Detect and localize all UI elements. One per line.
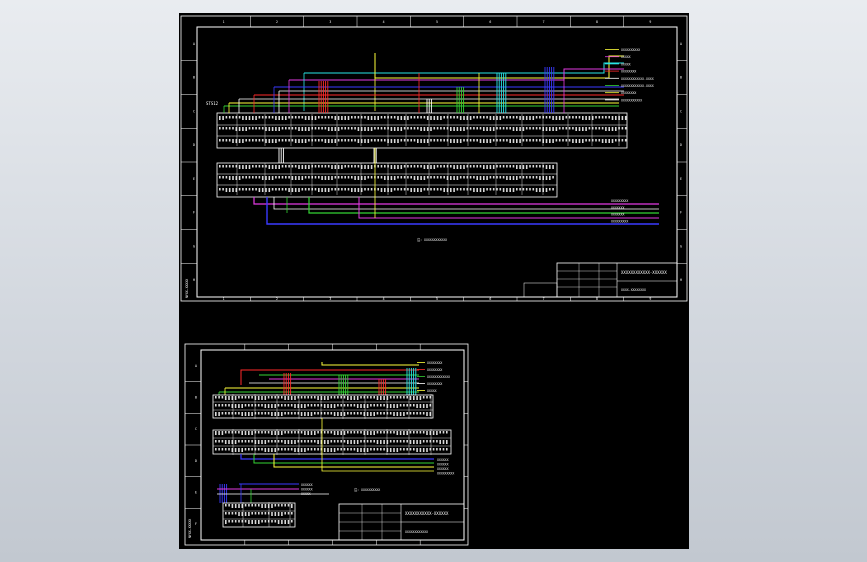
sheet-2-bottom-wire-labels: XXXXXXXXXXXXXXXXXXXXXXXXXXX [437, 458, 454, 476]
sheet-1-wires-bottom [253, 148, 659, 225]
column-number-bottom: 6 [489, 297, 491, 301]
sheet-1-outer-border [180, 15, 688, 302]
right-wire-label: XXXXXXXX [621, 70, 636, 74]
bottom-wire-label: XXXXXXXXX [611, 219, 628, 223]
right-wire-label: XXXXXXXXXXXX-XXXX [621, 84, 654, 88]
sheet-2-note: 注: XXXXXXXXXX [354, 487, 380, 492]
right-wire-label: XXXXXXXXXXXX-XXXX [621, 77, 654, 81]
sheet-2-connector-table-1 [212, 394, 434, 419]
row-letter-right: G [680, 244, 682, 248]
lower-wire-label: XXXXXX [301, 488, 313, 492]
sheet-2-title-block: XXXXXXXXXXX-XXXXXX XXXXXXXXXXXX [338, 503, 465, 541]
row-letter: F [195, 522, 197, 526]
row-letter-right: H [680, 278, 682, 282]
bottom-wire-label: XXXXXXX [611, 206, 625, 210]
sheet-1-title: XXXXXXXXXXXX-XXXXXX [621, 270, 667, 275]
column-number: 9 [649, 20, 651, 24]
column-number: 2 [276, 20, 278, 24]
right-wire-label: XXXXXXXX [427, 382, 442, 386]
sheet-1-column-ticks: 1 1 2 2 3 3 4 4 5 5 6 6 7 7 8 8 9 9 [223, 16, 651, 301]
row-letter-right: B [680, 76, 682, 80]
row-letter-right: C [680, 109, 682, 113]
bottom-wire-label: XXXXXXXXX [611, 199, 628, 203]
sheet-2-wires-top [218, 362, 419, 395]
right-wire-label: XXXXXXXX [427, 368, 442, 372]
column-number: 1 [223, 20, 225, 24]
wire-cyan-1 [304, 62, 624, 74]
sheet-2-right-wire-labels: XXXXXXXXXXXXXXXXXXXXXXXXXXXXXXXXXXXXXXXX… [417, 361, 450, 393]
right-wire-label: XXXXXXXX [427, 361, 442, 365]
sheet-1-inner-border [196, 26, 678, 298]
sheet-2-left-vertical-label: NYXX-XXXXX [188, 519, 192, 538]
right-wire-label: XXXXXXXXXXX [621, 98, 642, 102]
column-number: 5 [436, 20, 438, 24]
lower-wire-label: XXXXX [301, 492, 311, 496]
column-number: 7 [543, 20, 545, 24]
row-letter: A [193, 42, 195, 46]
row-letter-right: A [680, 42, 682, 46]
sheet-2-wires-bottom [217, 418, 434, 503]
bottom-wire-label: XXXXXX [437, 458, 449, 462]
row-letter: C [193, 109, 195, 113]
column-number-bottom: 2 [276, 297, 278, 301]
drawing-canvas[interactable]: 1 1 2 2 3 3 4 4 5 5 6 6 7 7 8 8 9 9 A A B B C C D D E E F F G G H H NYXX… [179, 13, 689, 549]
right-wire-label: XXXXX [621, 55, 631, 59]
row-letter-right: D [680, 143, 682, 147]
sheet-2-connector-table-2 [212, 429, 452, 455]
column-number-bottom: 3 [329, 297, 331, 301]
bottom-wire-label: XXXXXXXXX [437, 472, 454, 476]
right-wire-label: XXXXXXXX [621, 91, 636, 95]
sheet-1-connector-table-1 [216, 112, 628, 149]
right-wire-label: XXXXX [621, 62, 631, 66]
sheet-1-subtitle: XXXX-XXXXXXXX [621, 288, 646, 292]
column-number-bottom: 4 [383, 297, 385, 301]
column-number: 4 [383, 20, 385, 24]
row-letter: D [195, 459, 197, 463]
column-number: 3 [329, 20, 331, 24]
row-letter: C [195, 427, 197, 431]
sheet-1-connector-table-2 [216, 162, 558, 198]
wiring-diagram-sheets: 1 1 2 2 3 3 4 4 5 5 6 6 7 7 8 8 9 9 A A B B C C D D E E F F G G H H NYXX… [180, 15, 688, 546]
row-letter: D [193, 143, 195, 147]
sheet-1-wires-top [223, 53, 624, 113]
row-letter: G [193, 244, 195, 248]
sheet-1-left-tag: STS12 [206, 101, 219, 106]
row-letter: B [193, 76, 195, 80]
row-letter: E [193, 177, 195, 181]
column-number: 6 [489, 20, 491, 24]
right-wire-label: XXXXXXXXXXXX [427, 375, 450, 379]
sheet-1-title-block: XXXXXXXXXXXX-XXXXXX XXXX-XXXXXXXX [523, 262, 678, 298]
row-letter: H [193, 278, 195, 282]
sheet-2: ABCDEF NYXX-XXXXX XXXXXXXXXXXXXXXXXXXXXX… [184, 343, 469, 546]
column-number-bottom: 1 [223, 297, 225, 301]
bottom-wire-label: XXXXXXX [611, 213, 625, 217]
column-number-bottom: 9 [649, 297, 651, 301]
row-letter-right: F [680, 211, 682, 215]
bottom-wire-label: XXXXXX [437, 467, 449, 471]
column-number-bottom: 5 [436, 297, 438, 301]
row-letter: B [195, 396, 197, 400]
row-letter-right: E [680, 177, 682, 181]
right-wire-label: XXXXXXXXXX [621, 48, 640, 52]
sheet-1-wire-bundles [278, 67, 555, 163]
column-number: 8 [596, 20, 598, 24]
right-wire-label: XXXXX [427, 389, 437, 393]
lower-wire-label: XXXXXX [301, 483, 313, 487]
row-letter: A [195, 364, 197, 368]
row-letter: E [195, 491, 197, 495]
sheet-1-left-vertical-label: NYXX-XXXXX [185, 279, 189, 298]
column-number-bottom: 8 [596, 297, 598, 301]
column-number-bottom: 7 [543, 297, 545, 301]
sheet-2-connector-table-3 [222, 502, 296, 528]
sheet-1-note: 注: XXXXXXXXXXXX [417, 237, 447, 242]
sheet-2-title: XXXXXXXXXXX-XXXXXX [405, 511, 449, 516]
sheet-2-subtitle: XXXXXXXXXXXX [405, 530, 428, 534]
bottom-wire-label: XXXXXX [437, 463, 449, 467]
sheet-1: 1 1 2 2 3 3 4 4 5 5 6 6 7 7 8 8 9 9 A A B B C C D D E E F F G G H H NYXX… [180, 15, 688, 302]
sheet-1-bottom-wire-labels: XXXXXXXXXXXXXXXXXXXXXXXXXXXXXXXX [611, 199, 628, 223]
row-letter: F [193, 211, 195, 215]
